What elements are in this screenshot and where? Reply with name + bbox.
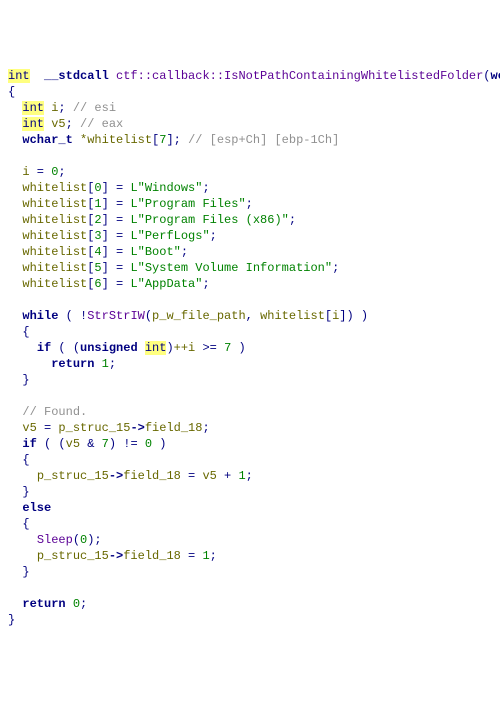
whitelist-assign-wl6: whitelist[6] = L"AppData";: [8, 276, 492, 292]
fn-signature: int __stdcall ctf::callback::IsNotPathCo…: [8, 68, 492, 84]
return0: return 0;: [8, 596, 492, 612]
brace-open: {: [8, 84, 492, 100]
else-close: }: [8, 564, 492, 580]
v5-assign: v5 = p_struc_15->field_18;: [8, 420, 492, 436]
found-comment: // Found.: [8, 404, 492, 420]
blank2: [8, 292, 492, 308]
init-i: i = 0;: [8, 164, 492, 180]
blank3: [8, 388, 492, 404]
decompiler-code-view[interactable]: int __stdcall ctf::callback::IsNotPathCo…: [8, 68, 492, 628]
whitelist-assign-wl5: whitelist[5] = L"System Volume Informati…: [8, 260, 492, 276]
fn-close: }: [8, 612, 492, 628]
field-inc: p_struc_15->field_18 = v5 + 1;: [8, 468, 492, 484]
blank4: [8, 580, 492, 596]
decl-v5: int v5; // eax: [8, 116, 492, 132]
if-v5: if ( (v5 & 7) != 0 ): [8, 436, 492, 452]
whitelist-assign-wl4: whitelist[4] = L"Boot";: [8, 244, 492, 260]
field-set1: p_struc_15->field_18 = 1;: [8, 548, 492, 564]
decl-wl: wchar_t *whitelist[7]; // [esp+Ch] [ebp-…: [8, 132, 492, 148]
while-close: }: [8, 372, 492, 388]
whitelist-assign-wl2: whitelist[2] = L"Program Files (x86)";: [8, 212, 492, 228]
while: while ( !StrStrIW(p_w_file_path, whiteli…: [8, 308, 492, 324]
decl-i: int i; // esi: [8, 100, 492, 116]
if-open: {: [8, 452, 492, 468]
else-open: {: [8, 516, 492, 532]
sleep: Sleep(0);: [8, 532, 492, 548]
whitelist-assign-wl1: whitelist[1] = L"Program Files";: [8, 196, 492, 212]
return1: return 1;: [8, 356, 492, 372]
whitelist-assign-wl3: whitelist[3] = L"PerfLogs";: [8, 228, 492, 244]
if-close: }: [8, 484, 492, 500]
while-open: {: [8, 324, 492, 340]
else: else: [8, 500, 492, 516]
if-inc: if ( (unsigned int)++i >= 7 ): [8, 340, 492, 356]
blank1: [8, 148, 492, 164]
whitelist-assign-wl0: whitelist[0] = L"Windows";: [8, 180, 492, 196]
